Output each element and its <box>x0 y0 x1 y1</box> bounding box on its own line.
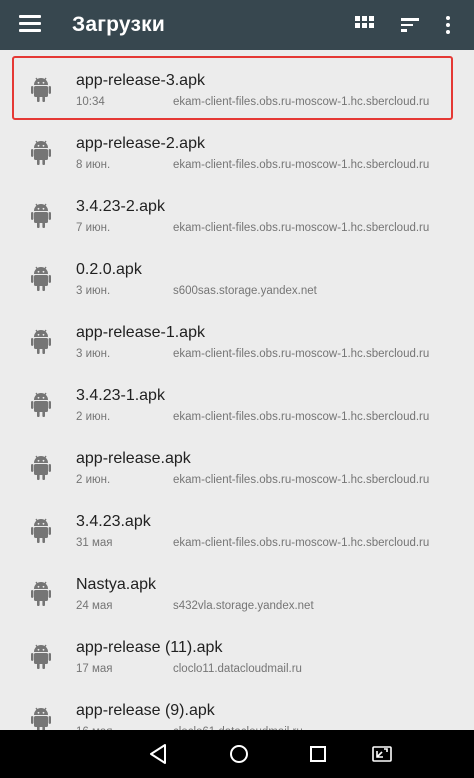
file-name: 0.2.0.apk <box>76 261 142 278</box>
file-source: ekam-client-files.obs.ru-moscow-1.hc.sbe… <box>173 474 430 486</box>
file-source: s600sas.storage.yandex.net <box>173 285 317 297</box>
file-source: ekam-client-files.obs.ru-moscow-1.hc.sbe… <box>173 96 430 108</box>
app-bar: Загрузки <box>0 0 474 50</box>
more-vert-icon[interactable] <box>442 12 454 38</box>
file-date: 8 июн. <box>76 159 111 171</box>
android-icon <box>31 453 51 481</box>
android-icon <box>31 138 51 166</box>
file-name: app-release.apk <box>76 450 191 467</box>
android-icon <box>31 516 51 544</box>
file-name: app-release-3.apk <box>76 72 205 89</box>
download-list: app-release-3.apk 10:34 ekam-client-files.… <box>0 50 474 730</box>
file-name: app-release (9).apk <box>76 702 215 719</box>
file-name: 3.4.23.apk <box>76 513 151 530</box>
home-icon[interactable] <box>227 742 251 766</box>
download-row[interactable]: app-release.apk 2 июн. ekam-client-files.o… <box>0 436 474 499</box>
file-name: app-release-1.apk <box>76 324 205 341</box>
download-row[interactable]: app-release-1.apk 3 июн. ekam-client-files… <box>0 310 474 373</box>
download-row[interactable]: app-release (11).apk 17 мая cloclo11.datac… <box>0 625 474 688</box>
file-name: 3.4.23-1.apk <box>76 387 165 404</box>
android-icon <box>31 201 51 229</box>
file-date: 17 мая <box>76 663 113 675</box>
file-name: app-release (11).apk <box>76 639 223 656</box>
file-source: ekam-client-files.obs.ru-moscow-1.hc.sbe… <box>173 537 430 549</box>
android-icon <box>31 642 51 670</box>
android-icon <box>31 264 51 292</box>
file-date: 7 июн. <box>76 222 111 234</box>
android-icon <box>31 327 51 355</box>
download-row[interactable]: app-release-2.apk 8 июн. ekam-client-files… <box>0 121 474 184</box>
download-row[interactable]: app-release (9).apk16 маяcloclo61.datacl… <box>0 688 474 730</box>
file-date: 2 июн. <box>76 474 111 486</box>
download-row[interactable]: Nastya.apk 24 мая s432vla.storage.yandex.n… <box>0 562 474 625</box>
file-date: 24 мая <box>76 600 113 612</box>
file-source: ekam-client-files.obs.ru-moscow-1.hc.sbe… <box>173 348 430 360</box>
download-row[interactable]: 3.4.23-2.apk 7 июн. ekam-client-files.obs.… <box>0 184 474 247</box>
download-row[interactable]: 0.2.0.apk 3 июн. s600sas.storage.yandex.ne… <box>0 247 474 310</box>
sort-icon[interactable] <box>398 12 424 38</box>
file-source: cloclo11.datacloudmail.ru <box>173 663 302 675</box>
screen-expand-icon[interactable] <box>370 742 394 766</box>
android-icon <box>31 579 51 607</box>
file-source: ekam-client-files.obs.ru-moscow-1.hc.sbe… <box>173 159 430 171</box>
file-date: 3 июн. <box>76 285 111 297</box>
android-icon <box>31 705 51 730</box>
file-name: app-release-2.apk <box>76 135 205 152</box>
android-icon <box>31 390 51 418</box>
download-row[interactable]: 3.4.23.apk 31 мая ekam-client-files.obs.ru… <box>0 499 474 562</box>
file-date: 2 июн. <box>76 411 111 423</box>
grid-view-icon[interactable] <box>352 12 378 38</box>
menu-icon[interactable] <box>19 15 41 33</box>
file-source: ekam-client-files.obs.ru-moscow-1.hc.sbe… <box>173 411 430 423</box>
download-row[interactable]: app-release-3.apk 10:34 ekam-client-files.… <box>0 58 474 121</box>
page-title: Загрузки <box>72 13 165 36</box>
system-nav-bar <box>0 730 474 778</box>
file-date: 10:34 <box>76 96 105 108</box>
back-icon[interactable] <box>146 742 170 766</box>
file-name: Nastya.apk <box>76 576 157 593</box>
file-source: s432vla.storage.yandex.net <box>173 600 314 612</box>
download-row[interactable]: 3.4.23-1.apk 2 июн. ekam-client-files.obs.… <box>0 373 474 436</box>
recents-icon[interactable] <box>306 742 330 766</box>
file-source: ekam-client-files.obs.ru-moscow-1.hc.sbe… <box>173 222 430 234</box>
file-date: 3 июн. <box>76 348 111 360</box>
file-date: 31 мая <box>76 537 113 549</box>
file-name: 3.4.23-2.apk <box>76 198 165 215</box>
android-icon <box>31 75 51 103</box>
